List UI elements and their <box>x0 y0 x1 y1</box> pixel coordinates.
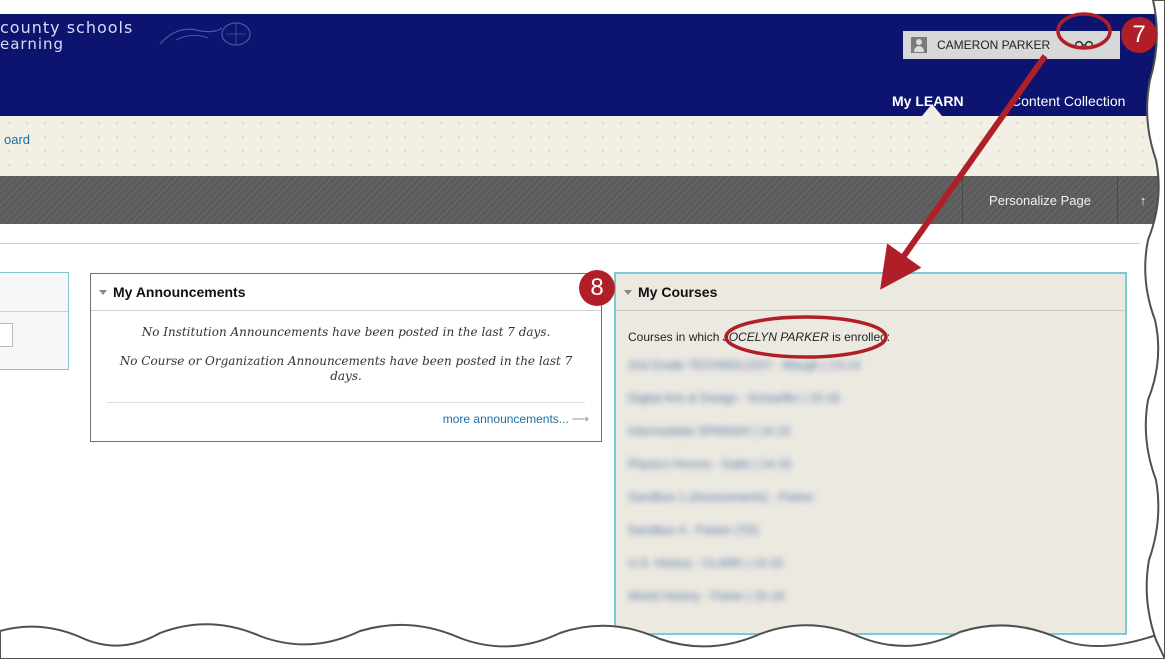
torn-edge-right <box>1144 0 1165 659</box>
highlight-ellipse-username <box>724 315 888 359</box>
step-badge-7: 7 <box>1121 17 1157 53</box>
screenshot: county schools earning CAMERON PARKER My… <box>0 0 1165 659</box>
step-badge-8: 8 <box>579 270 615 306</box>
highlight-ellipse-glasses <box>1056 12 1112 50</box>
annotation-overlay <box>0 0 1165 659</box>
annotation-arrow <box>880 54 1048 290</box>
torn-edge-bottom <box>0 623 1165 659</box>
